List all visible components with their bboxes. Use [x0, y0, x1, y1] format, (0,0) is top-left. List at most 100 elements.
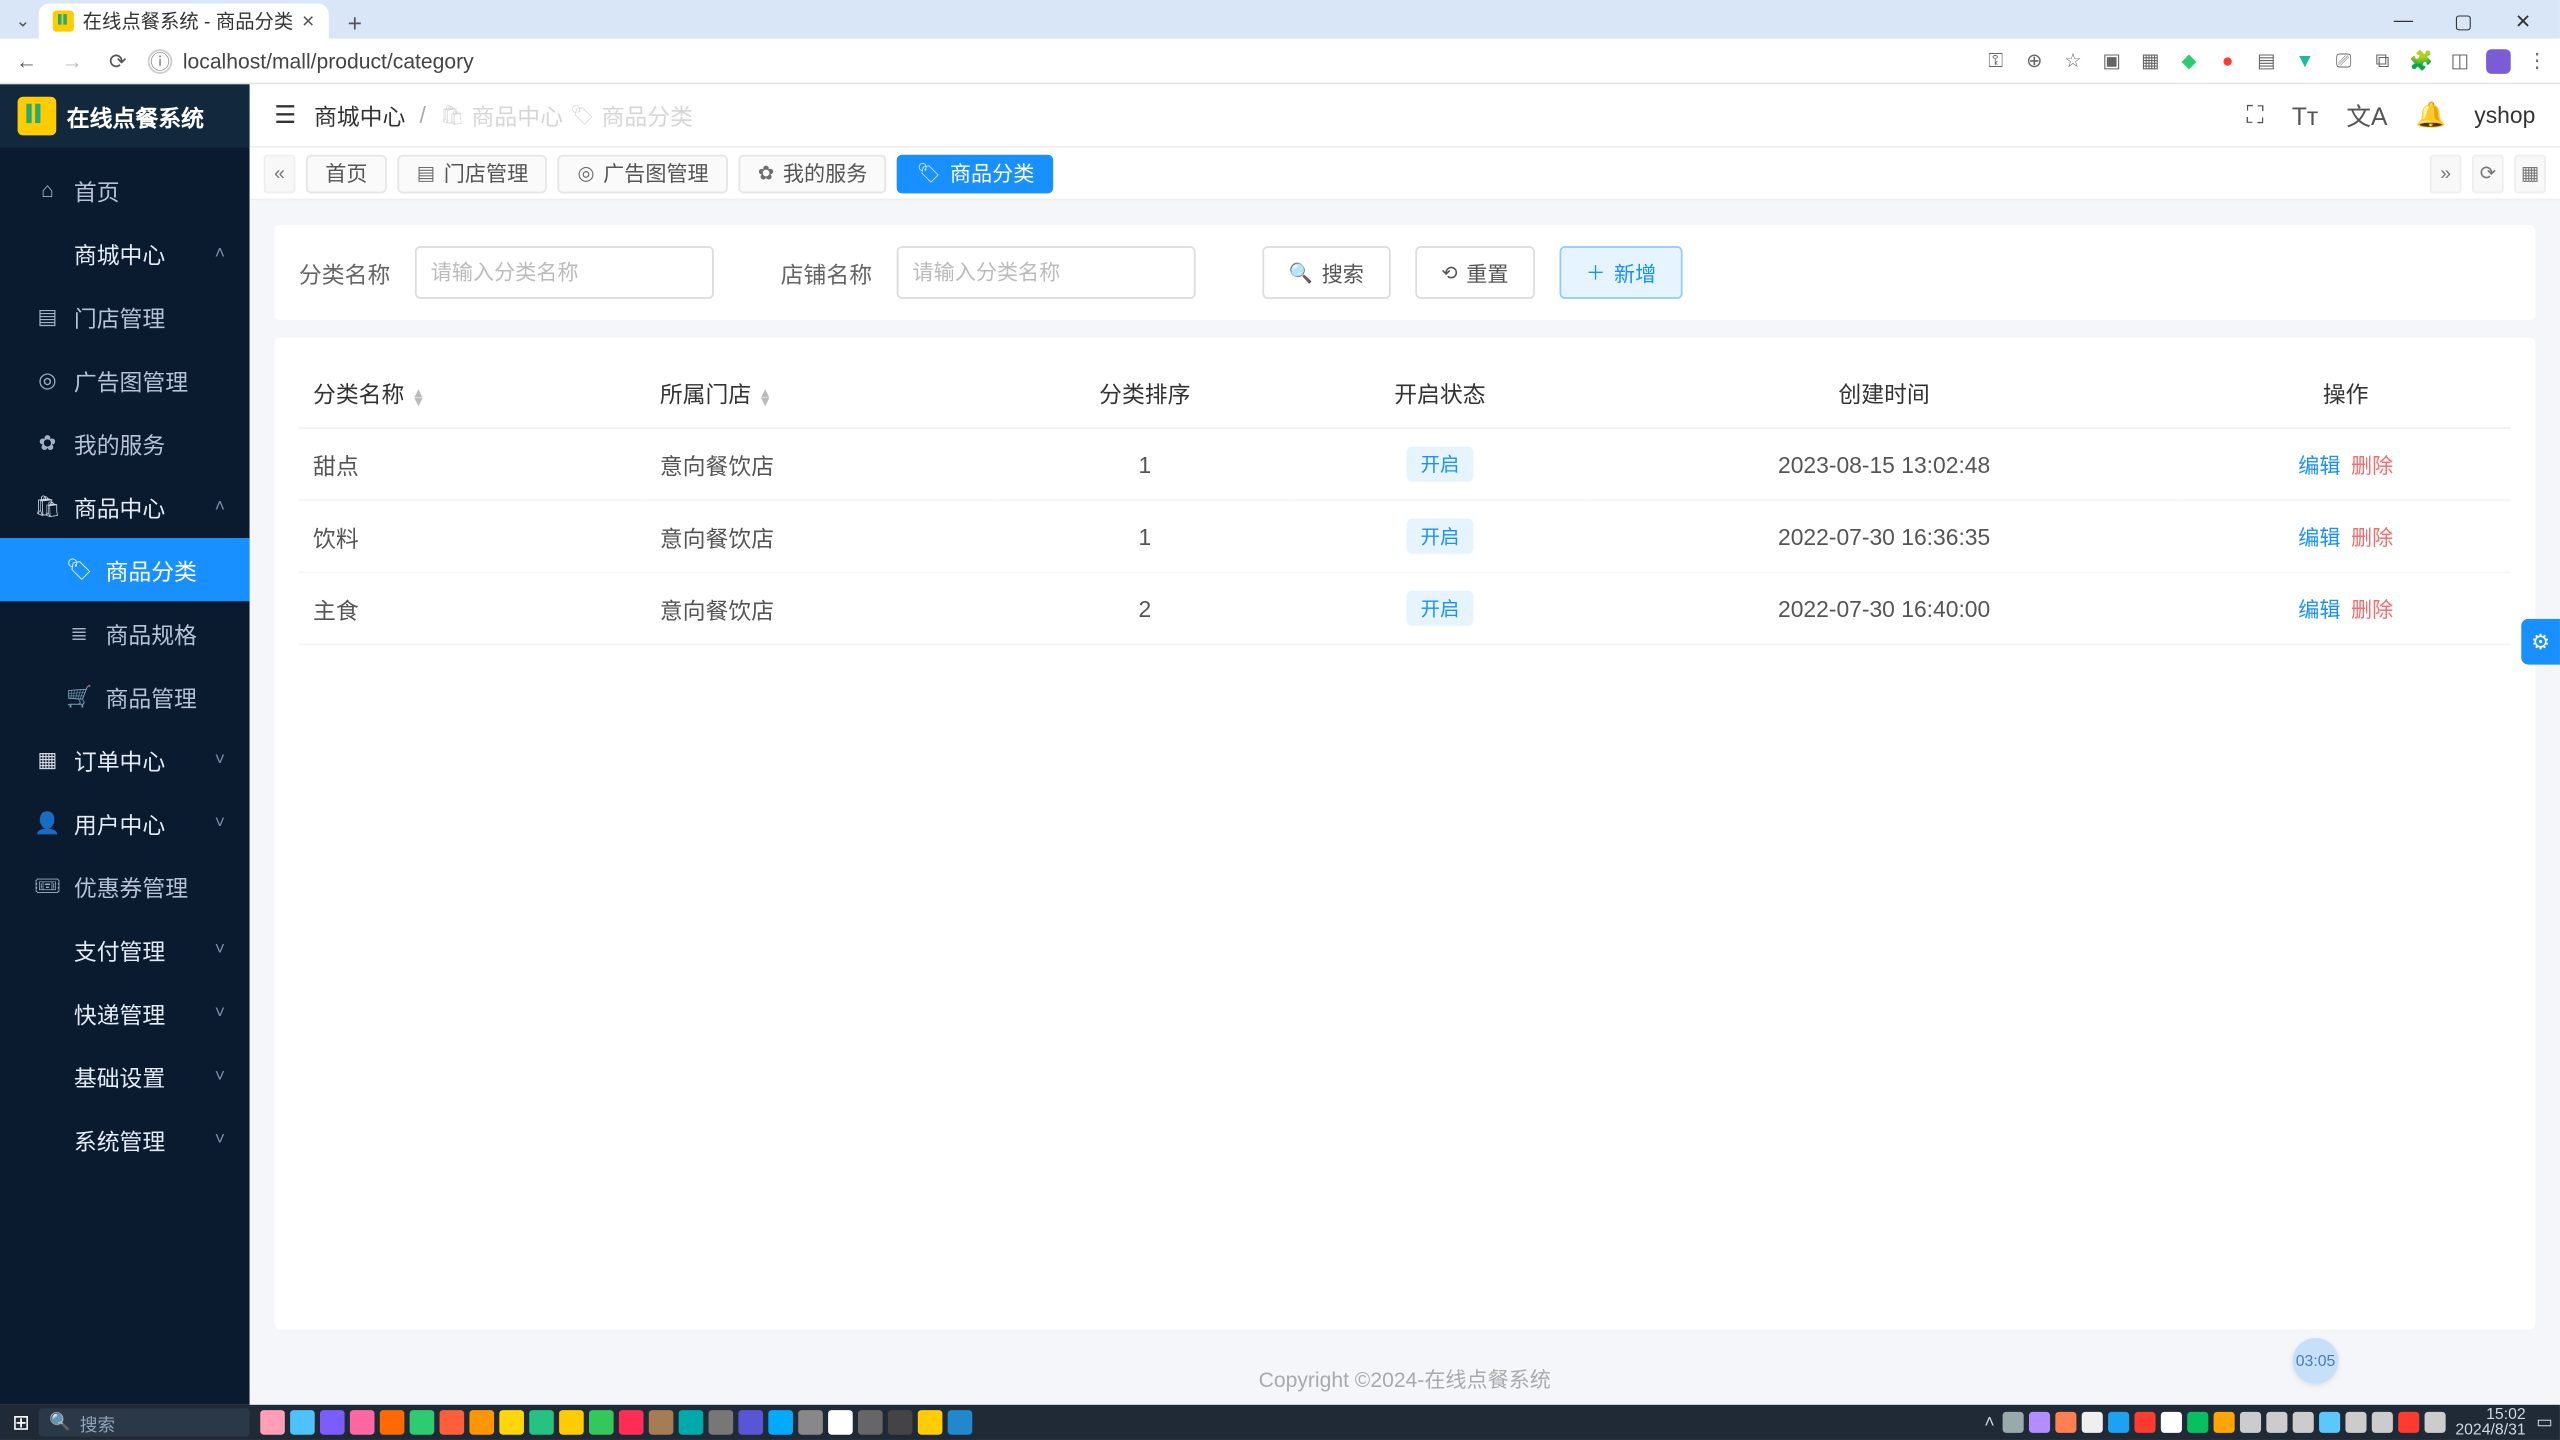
tray-expand-icon[interactable]: ˄ [1984, 1413, 1994, 1432]
view-tab[interactable]: 首页 [306, 154, 387, 193]
taskbar-app-icon[interactable] [350, 1410, 375, 1435]
floating-timer-badge[interactable]: 03:05 [2293, 1338, 2339, 1384]
tray-icon[interactable] [2107, 1412, 2128, 1433]
side-panel-icon[interactable]: ◫ [2447, 48, 2472, 73]
sidebar-item[interactable]: ▦订单中心˅ [0, 728, 250, 791]
sidebar-item[interactable]: 商城中心˄ [0, 222, 250, 285]
window-close[interactable]: ✕ [2493, 4, 2553, 39]
ext-icon[interactable]: ▤ [2254, 48, 2279, 73]
taskbar-app-icon[interactable] [559, 1410, 584, 1435]
url-text[interactable]: localhost/mall/product/category [183, 48, 474, 73]
taskbar-search[interactable]: 🔍搜索 [39, 1408, 250, 1436]
delete-link[interactable]: 删除 [2351, 525, 2393, 550]
star-icon[interactable]: ☆ [2061, 48, 2086, 73]
taskbar-app-icon[interactable] [858, 1410, 883, 1435]
sidebar-item[interactable]: 支付管理˅ [0, 918, 250, 981]
site-info-icon[interactable]: ⓘ [148, 48, 173, 73]
taskbar-app-icon[interactable] [499, 1410, 524, 1435]
th-name[interactable]: 分类名称▲▼ [299, 359, 646, 428]
view-tab[interactable]: ✿我的服务 [739, 154, 887, 193]
sidebar-item[interactable]: ≣商品规格 [0, 601, 250, 664]
sort-icon[interactable]: ▲▼ [411, 388, 425, 406]
tray-icon[interactable] [2371, 1412, 2392, 1433]
settings-drawer-toggle[interactable]: ⚙ [2521, 619, 2560, 665]
ext-icon[interactable]: ● [2215, 48, 2240, 73]
taskbar-app-icon[interactable] [679, 1410, 704, 1435]
reset-button[interactable]: ⟲重置 [1415, 246, 1535, 299]
taskbar-app-icon[interactable] [529, 1410, 554, 1435]
ext-icon[interactable]: ⎚ [2331, 48, 2356, 73]
browser-tab-active[interactable]: 在线点餐系统 - 商品分类 × [39, 4, 329, 39]
taskbar-app-icon[interactable] [290, 1410, 315, 1435]
tabs-grid-icon[interactable]: ▦ [2514, 154, 2546, 193]
sidebar-item[interactable]: 🎟优惠券管理 [0, 854, 250, 917]
font-size-icon[interactable]: Tᴛ [2292, 101, 2318, 129]
taskbar-app-icon[interactable] [738, 1410, 763, 1435]
taskbar-app-icon[interactable] [948, 1410, 973, 1435]
sort-icon[interactable]: ▲▼ [758, 388, 772, 406]
taskbar-app-icon[interactable] [260, 1410, 285, 1435]
tray-icon[interactable] [2239, 1412, 2260, 1433]
sidebar-item[interactable]: 🛒商品管理 [0, 665, 250, 728]
tray-icon[interactable] [2002, 1412, 2023, 1433]
tab-list-dropdown[interactable]: ⌄ [7, 4, 39, 39]
tray-icon[interactable] [2292, 1412, 2313, 1433]
taskbar-clock[interactable]: 15:02 2024/8/31 [2452, 1407, 2529, 1439]
close-tab-icon[interactable]: × [302, 9, 314, 34]
edit-link[interactable]: 编辑 [2298, 453, 2340, 478]
view-tab[interactable]: ▤门店管理 [397, 154, 547, 193]
th-shop[interactable]: 所属门店▲▼ [646, 359, 998, 428]
taskbar-app-icon[interactable] [709, 1410, 734, 1435]
edit-link[interactable]: 编辑 [2298, 597, 2340, 622]
sidebar-item[interactable]: 🛍商品中心˄ [0, 475, 250, 538]
taskbar-app-icon[interactable] [768, 1410, 793, 1435]
taskbar-app-icon[interactable] [619, 1410, 644, 1435]
tray-icon[interactable] [2134, 1412, 2155, 1433]
nav-forward-icon[interactable]: → [56, 45, 88, 77]
delete-link[interactable]: 删除 [2351, 453, 2393, 478]
filter-shop-input[interactable] [897, 246, 1196, 299]
taskbar-app-icon[interactable] [320, 1410, 345, 1435]
filter-name-input[interactable] [415, 246, 714, 299]
delete-link[interactable]: 删除 [2351, 597, 2393, 622]
taskbar-app-icon[interactable] [828, 1410, 853, 1435]
tray-icon[interactable] [2160, 1412, 2181, 1433]
start-button[interactable]: ⊞ [7, 1408, 35, 1436]
ext-icon[interactable]: ▦ [2138, 48, 2163, 73]
window-maximize[interactable]: ▢ [2433, 4, 2493, 39]
browser-menu-icon[interactable]: ⋮ [2525, 48, 2550, 73]
user-menu[interactable]: yshop [2474, 102, 2535, 128]
sidebar-toggle-icon[interactable]: ☰ [274, 100, 296, 130]
taskbar-app-icon[interactable] [469, 1410, 494, 1435]
tray-icon[interactable] [2081, 1412, 2102, 1433]
tabs-scroll-left[interactable]: « [264, 154, 296, 193]
sidebar-item[interactable]: 基础设置˅ [0, 1044, 250, 1107]
ext-icon[interactable]: ◆ [2177, 48, 2202, 73]
view-tab[interactable]: 🏷商品分类 [897, 154, 1053, 193]
language-icon[interactable]: 文A [2346, 98, 2387, 133]
tray-icon[interactable] [2424, 1412, 2445, 1433]
nav-back-icon[interactable]: ← [11, 45, 43, 77]
ext-icon[interactable]: ▣ [2099, 48, 2124, 73]
tray-icon[interactable] [2397, 1412, 2418, 1433]
taskbar-app-icon[interactable] [918, 1410, 943, 1435]
edit-link[interactable]: 编辑 [2298, 525, 2340, 550]
window-minimize[interactable]: — [2374, 4, 2434, 39]
taskbar-app-icon[interactable] [589, 1410, 614, 1435]
breadcrumb-section[interactable]: 商城中心 [314, 98, 405, 131]
tray-icon[interactable] [2028, 1412, 2049, 1433]
taskbar-app-icon[interactable] [380, 1410, 405, 1435]
tabs-scroll-right[interactable]: » [2430, 154, 2462, 193]
sidebar-item[interactable]: ✿我的服务 [0, 411, 250, 474]
tray-icon[interactable] [2318, 1412, 2339, 1433]
app-logo[interactable]: 在线点餐系统 [0, 84, 250, 147]
tabs-refresh-icon[interactable]: ⟳ [2472, 154, 2504, 193]
sidebar-item[interactable]: 系统管理˅ [0, 1108, 250, 1171]
sidebar-item[interactable]: 快递管理˅ [0, 981, 250, 1044]
extensions-icon[interactable]: 🧩 [2409, 48, 2434, 73]
zoom-icon[interactable]: ⊕ [2022, 48, 2047, 73]
fullscreen-icon[interactable]: ⛶ [2247, 100, 2264, 130]
notifications-icon[interactable]: ▭ [2536, 1413, 2553, 1432]
tray-icon[interactable] [2054, 1412, 2075, 1433]
new-tab-button[interactable]: + [339, 7, 371, 39]
